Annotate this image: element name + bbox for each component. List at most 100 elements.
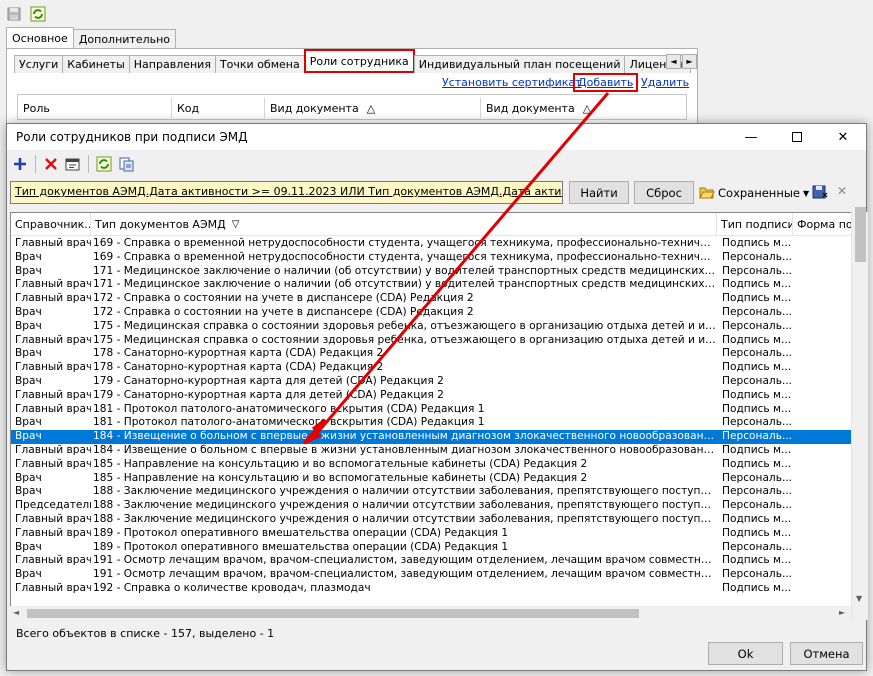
cell-form [793,527,853,541]
cell-doc-type: 175 - Медицинская справка о состоянии зд… [93,333,717,346]
table-row[interactable]: Врач 172 - Справка о состоянии на учете в… [11,306,853,320]
tab-scroll-left-icon[interactable]: ◄ [666,54,681,69]
table-row[interactable]: Председатель 188 - Заключение медицинског… [11,499,853,513]
col-reference[interactable]: Справочник... [11,213,91,236]
subtab-services[interactable]: Услуги [14,55,64,73]
find-button[interactable]: Найти [569,181,629,204]
col-aemd-doc-type[interactable]: Тип документов АЭМД ▽ [91,213,717,236]
col-doc-type-2[interactable]: Вид документа △ [481,98,686,118]
clear-filter-icon[interactable]: ✕ [837,184,847,198]
vertical-scrollbar[interactable]: ▲ ▼ [851,207,868,620]
install-certificate-link[interactable]: Установить сертификат [442,76,582,89]
cell-form [793,458,853,472]
table-row[interactable]: Главный врач 178 - Санаторно-курортная ка… [11,361,853,375]
col-code[interactable]: Код [172,98,265,118]
subtab-individual-plan[interactable]: Индивидуальный план посещений [413,55,626,73]
cell-doc-type: 184 - Извещение о больном с впервые в жи… [93,430,717,443]
add-icon[interactable] [11,155,29,173]
cell-signature-type: Персональ... [722,416,793,429]
delete-icon[interactable] [42,155,60,173]
delete-link[interactable]: Удалить [641,76,689,89]
cell-role: Врач [15,250,42,263]
table-row[interactable]: Главный врач 189 - Протокол оперативного … [11,527,853,541]
sub-tabs: Услуги Кабинеты Направления Точки обмена… [14,49,691,73]
cell-role: Главный врач [15,512,91,525]
horizontal-scrollbar[interactable]: ◄ ► [10,606,851,620]
table-row[interactable]: Главный врач 188 - Заключение медицинског… [11,512,853,527]
cell-doc-type: 184 - Извещение о больном с впервые в жи… [93,443,717,456]
col-role[interactable]: Роль [18,98,172,118]
cell-form [793,568,853,582]
table-row[interactable]: Главный врач 169 - Справка о временной не… [11,237,853,251]
scroll-right-icon[interactable]: ► [839,608,845,617]
table-row[interactable]: Главный врач 181 - Протокол патолого-анат… [11,403,853,417]
table-row[interactable]: Врач 185 - Направление на консультацию и … [11,472,853,486]
ok-button[interactable]: Ok [708,642,783,665]
col-aemd-doc-type-label: Тип документов АЭМД [95,218,226,231]
cell-form [793,278,853,292]
table-row[interactable]: Врач 184 - Извещение о больном с впервые … [11,430,853,444]
cell-role: Врач [15,347,42,360]
maximize-icon[interactable] [774,124,820,150]
cell-form [793,472,853,486]
col-signature-type[interactable]: Тип подписи [717,213,793,236]
table-row[interactable]: Главный врач 171 - Медицинское заключение… [11,278,853,292]
cell-role: Главный врач [15,443,91,456]
scroll-down-icon[interactable]: ▼ [856,594,862,603]
scrollbar-thumb[interactable] [855,207,866,262]
cell-signature-type: Подпись м... [722,581,792,594]
chevron-down-icon: ▼ [803,188,810,198]
cell-role: Главный врач [15,237,91,249]
cell-form [793,444,853,458]
table-row[interactable]: Врач 189 - Протокол оперативного вмешател… [11,541,853,555]
table-row[interactable]: Главный врач 192 - Справка о количестве к… [11,581,853,596]
tab-scroll-right-icon[interactable]: ► [682,54,697,69]
tab-main[interactable]: Основное [6,27,74,49]
table-row[interactable]: Главный врач 172 - Справка о состоянии на… [11,292,853,306]
save-icon[interactable] [5,5,23,23]
cancel-button[interactable]: Отмена [790,642,863,665]
table-row[interactable]: Врач 191 - Осмотр лечащим врачом, врачом-… [11,568,853,582]
add-link[interactable]: Добавить [573,73,639,92]
subtab-cabinets[interactable]: Кабинеты [62,55,130,73]
table-row[interactable]: Главный врач 184 - Извещение о больном с … [11,443,853,458]
table-row[interactable]: Врач 188 - Заключение медицинского учрежд… [11,485,853,499]
subtab-directions[interactable]: Направления [128,55,216,73]
cell-form [793,265,853,279]
hscroll-thumb[interactable] [27,609,639,618]
table-row[interactable]: Врач 178 - Санаторно-курортная карта (CDA… [11,347,853,361]
parent-grid-header: Роль Код Вид документа △ Вид документа △ [17,94,687,120]
reset-button[interactable]: Сброс [634,181,694,204]
close-icon[interactable]: ✕ [820,124,866,150]
col-doc-type[interactable]: Вид документа △ [265,98,481,118]
cell-form [793,237,853,251]
cell-role: Врач [15,374,42,387]
table-row[interactable]: Главный врач 191 - Осмотр лечащим врачом,… [11,554,853,568]
cell-signature-type: Подпись м... [722,457,792,470]
col-form[interactable]: Форма по [793,213,853,236]
cell-doc-type: 171 - Медицинское заключение о наличии (… [93,264,717,277]
table-row[interactable]: Врач 171 - Медицинское заключение о налич… [11,264,853,279]
subtab-exchange-points[interactable]: Точки обмена [214,55,305,73]
filter-expression-field[interactable]: Тип документов АЭМД.Дата активности >= 0… [10,181,563,204]
saved-filters-dropdown[interactable]: Сохраненные ▼ [699,183,809,203]
table-row[interactable]: Главный врач 175 - Медицинская справка о … [11,333,853,348]
scroll-left-icon[interactable]: ◄ [13,608,19,617]
table-row[interactable]: Врач 181 - Протокол патолого-анатомическо… [11,416,853,430]
table-row[interactable]: Главный врач 185 - Направление на консуль… [11,457,853,472]
tab-additional[interactable]: Дополнительно [72,29,177,49]
subtab-employee-roles[interactable]: Роли сотрудника [303,49,415,73]
minimize-icon[interactable]: — [728,124,774,150]
export-icon[interactable] [117,155,135,173]
table-row[interactable]: Врач 179 - Санаторно-курортная карта для … [11,374,853,389]
table-row[interactable]: Врач 169 - Справка о временной нетрудоспо… [11,250,853,265]
table-row[interactable]: Врач 175 - Медицинская справка о состояни… [11,320,853,334]
cell-doc-type: 191 - Осмотр лечащим врачом, врачом-спец… [93,554,717,567]
refresh-icon[interactable] [29,5,47,23]
cell-form [793,541,853,555]
save-filter-icon[interactable] [812,184,828,203]
refresh-icon[interactable] [95,155,113,173]
cell-doc-type: 188 - Заключение медицинского учреждения… [93,512,717,525]
table-row[interactable]: Главный врач 179 - Санаторно-курортная ка… [11,389,853,403]
properties-icon[interactable] [64,155,82,173]
